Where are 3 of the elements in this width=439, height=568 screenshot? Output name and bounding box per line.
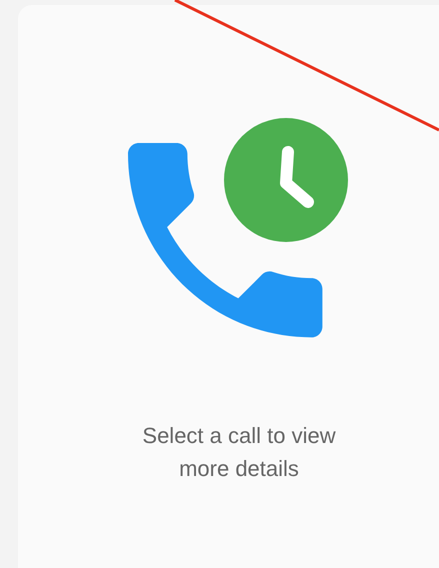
phone-icon [128,143,322,338]
clock-icon [224,118,348,242]
empty-state-message: Select a call to view more details [141,422,337,483]
